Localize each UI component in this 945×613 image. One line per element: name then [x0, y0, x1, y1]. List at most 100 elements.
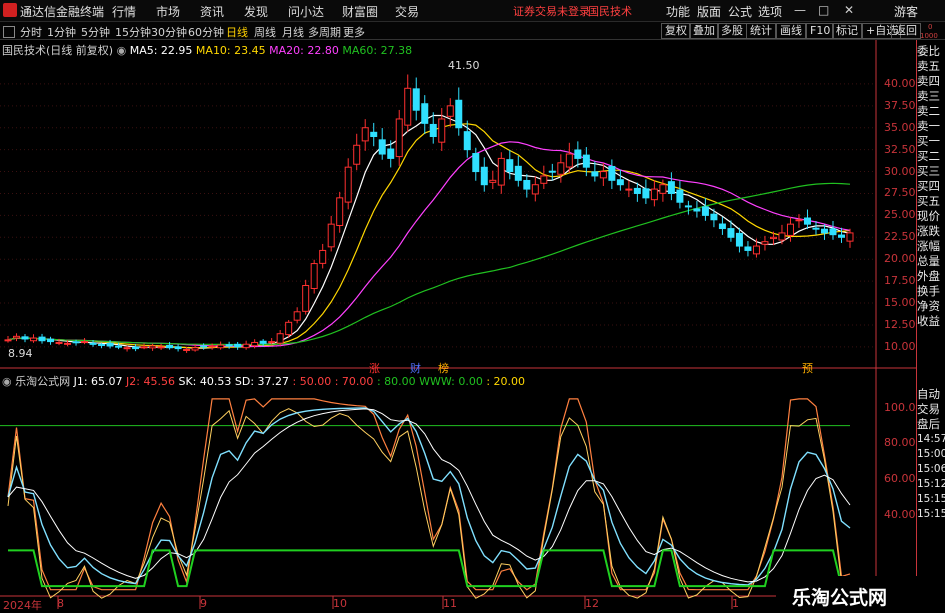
period-more[interactable]: 更多 — [343, 24, 365, 40]
period-1min[interactable]: 1分钟 — [47, 24, 76, 40]
panel-top-value2: 1000 — [920, 32, 938, 40]
menu-trade[interactable]: 交易 — [395, 3, 419, 20]
watermark-title: 乐淘公式网 — [792, 587, 888, 609]
candle-body — [472, 153, 480, 173]
quote-field-5: 卖一 — [917, 119, 940, 133]
candle-body — [642, 188, 650, 199]
candle-body — [761, 241, 769, 245]
main-y-tick: 10.00 — [884, 339, 916, 353]
candle-body — [378, 139, 386, 155]
period-multi[interactable]: 多周期 — [308, 24, 341, 40]
toolbar-menu-icon[interactable] — [3, 26, 15, 38]
period-monthly[interactable]: 月线 — [282, 24, 304, 40]
candle-body — [846, 232, 854, 242]
level-20: : 20.00 — [486, 375, 526, 388]
back-button[interactable]: 返回 — [891, 23, 921, 39]
candle-series — [4, 74, 854, 353]
candle-body — [208, 345, 216, 348]
menu-ask[interactable]: 问小达 — [288, 3, 324, 20]
draw-button[interactable]: 画线 — [776, 23, 806, 39]
x-label-dec: 12 — [585, 597, 599, 610]
www-value: WWW: 0.00 — [419, 375, 483, 388]
menu-formula[interactable]: 公式 — [728, 3, 752, 20]
candle-body — [268, 341, 276, 344]
candle-body — [693, 208, 701, 212]
candle-body — [242, 343, 250, 349]
trade-field-8: 15:15 — [917, 508, 945, 520]
menu-wealth[interactable]: 财富圈 — [342, 3, 378, 20]
stats-button[interactable]: 统计 — [746, 23, 776, 39]
overlay-button[interactable]: 叠加 — [689, 23, 719, 39]
ma20-line — [7, 141, 851, 348]
sub-y-tick: 80.00 — [884, 436, 916, 450]
candle-body — [489, 179, 497, 183]
candle-body — [191, 347, 199, 351]
menu-layout[interactable]: 版面 — [697, 3, 721, 20]
main-y-tick: 15.00 — [884, 296, 916, 310]
minimize-button[interactable]: — — [794, 3, 806, 17]
candle-body — [574, 149, 582, 159]
quote-field-7: 买二 — [917, 149, 940, 163]
sd-value: SD: 37.27 — [234, 375, 290, 388]
f10-button[interactable]: F10 — [806, 23, 835, 39]
candle-body — [676, 189, 684, 203]
candle-body — [251, 341, 259, 347]
candle-body — [217, 344, 225, 349]
period-15min[interactable]: 15分钟 — [115, 24, 151, 40]
menu-options[interactable]: 选项 — [758, 3, 782, 20]
candle-body — [370, 131, 378, 137]
panel-top-value: 0 — [928, 23, 933, 31]
multi-stock-button[interactable]: 多股 — [717, 23, 747, 39]
guest-login[interactable]: 游客 — [894, 3, 918, 20]
quote-field-1: 卖五 — [917, 59, 940, 73]
candle-body — [718, 223, 726, 230]
mark-button[interactable]: 标记 — [832, 23, 862, 39]
sub-settings-icon[interactable]: ◉ — [2, 375, 12, 388]
candle-body — [438, 118, 446, 143]
candle-body — [710, 213, 718, 221]
candle-body — [21, 336, 29, 340]
candle-body — [829, 228, 837, 236]
trade-field-1: 交易 — [917, 402, 940, 416]
adjust-button[interactable]: 复权 — [661, 23, 691, 39]
maximize-button[interactable]: □ — [818, 3, 829, 17]
candle-body — [234, 343, 242, 348]
period-daily[interactable]: 日线 — [226, 24, 248, 40]
menu-function[interactable]: 功能 — [666, 3, 690, 20]
candle-body — [64, 342, 72, 345]
period-weekly[interactable]: 周线 — [254, 24, 276, 40]
main-y-tick: 35.00 — [884, 120, 916, 134]
menu-market[interactable]: 行情 — [112, 3, 136, 20]
close-button[interactable]: ✕ — [844, 3, 854, 17]
login-status[interactable]: 证券交易未登录 — [513, 3, 590, 19]
j2-value: J2: 45.56 — [126, 375, 175, 388]
candle-body — [582, 154, 590, 168]
candle-body — [531, 184, 539, 195]
period-30min[interactable]: 30分钟 — [151, 24, 187, 40]
candle-body — [47, 338, 55, 343]
period-60min[interactable]: 60分钟 — [188, 24, 224, 40]
level-50: : 50.00 — [292, 375, 332, 388]
marker-forecast[interactable]: 预 — [802, 360, 813, 376]
candle-body — [98, 343, 106, 346]
ma10-line — [7, 123, 851, 349]
candle-body — [616, 179, 624, 186]
menu-news[interactable]: 资讯 — [200, 3, 224, 20]
candle-body — [795, 219, 803, 222]
menu-markets[interactable]: 市场 — [156, 3, 180, 20]
period-intraday[interactable]: 分时 — [20, 24, 42, 40]
sub-y-tick: 40.00 — [884, 507, 916, 521]
candle-body — [412, 88, 420, 111]
menu-discover[interactable]: 发现 — [244, 3, 268, 20]
sk-value: SK: 40.53 — [178, 375, 232, 388]
quote-field-12: 涨跌 — [917, 224, 940, 238]
candle-body — [599, 171, 607, 179]
candle-body — [540, 175, 548, 184]
price-chart[interactable] — [0, 40, 917, 609]
candle-body — [387, 148, 395, 159]
quote-field-14: 总量 — [917, 254, 940, 268]
sd-line — [7, 408, 851, 583]
quote-field-4: 卖二 — [917, 104, 940, 118]
period-5min[interactable]: 5分钟 — [81, 24, 110, 40]
candle-body — [463, 131, 471, 151]
